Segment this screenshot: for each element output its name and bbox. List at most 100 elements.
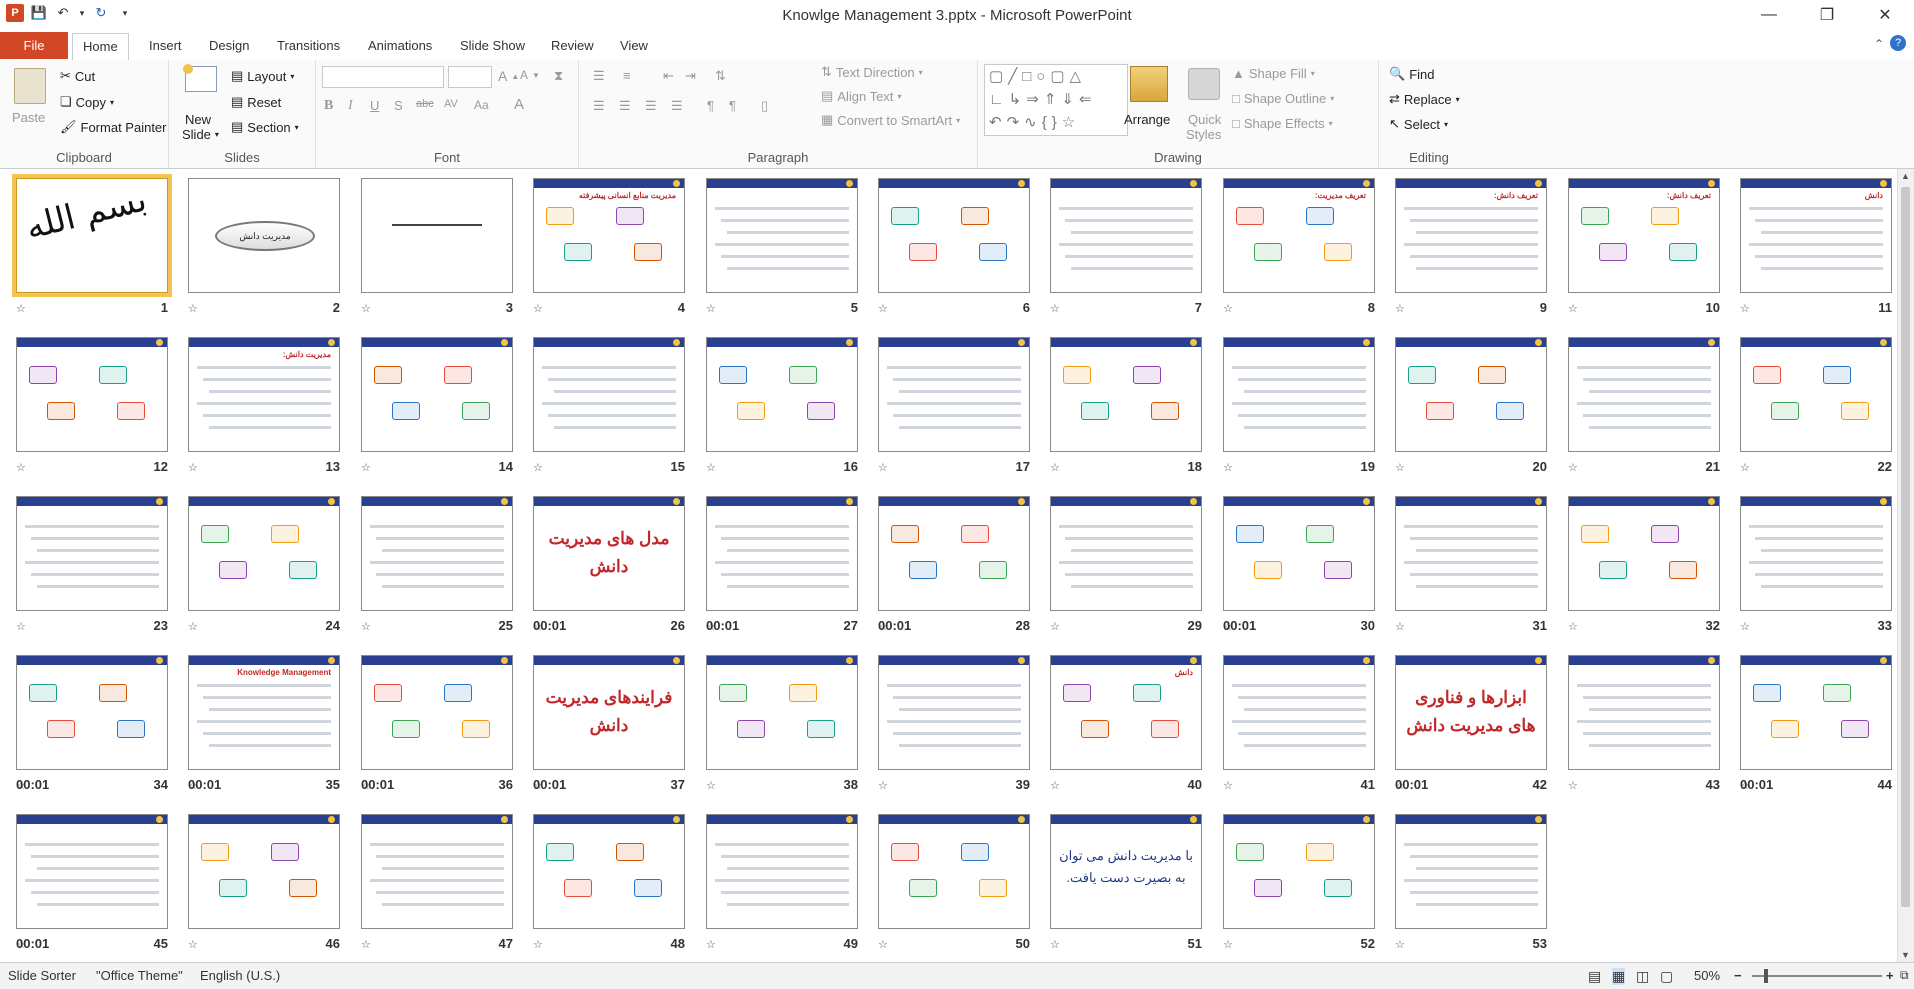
slide-thumbnail[interactable]	[1050, 496, 1202, 611]
transition-icon[interactable]: ☆	[533, 302, 543, 315]
numbering-icon[interactable]: ≡	[623, 68, 631, 83]
convert-smartart-button[interactable]: ▦ Convert to SmartArt ▾	[821, 112, 960, 128]
font-size-combo[interactable]	[448, 66, 492, 88]
rtl-icon[interactable]: ¶	[729, 98, 736, 113]
transition-icon[interactable]: ☆	[1568, 302, 1578, 315]
transition-icon[interactable]: ☆	[533, 461, 543, 474]
cut-button[interactable]: ✂ Cut	[60, 68, 95, 84]
align-text-button[interactable]: ▤ Align Text ▾	[821, 88, 901, 104]
slide-thumbnail[interactable]: تعریف دانش:	[1395, 178, 1547, 293]
bullets-icon[interactable]: ☰	[593, 68, 605, 84]
minimize-ribbon-icon[interactable]: ⌃	[1874, 37, 1884, 51]
transition-icon[interactable]: ☆	[188, 620, 198, 633]
slide-thumbnail[interactable]	[878, 178, 1030, 293]
slide-thumbnail[interactable]	[1050, 337, 1202, 452]
close-icon[interactable]: ✕	[1856, 0, 1914, 30]
transition-icon[interactable]: ☆	[361, 938, 371, 951]
slide-thumbnail[interactable]	[1740, 496, 1892, 611]
align-left-icon[interactable]: ☰	[593, 98, 605, 114]
transition-icon[interactable]: ☆	[878, 461, 888, 474]
transition-icon[interactable]: ☆	[188, 938, 198, 951]
find-button[interactable]: 🔍 Find	[1389, 66, 1434, 82]
zoom-slider-thumb[interactable]	[1764, 969, 1768, 983]
slide-thumbnail[interactable]	[1223, 814, 1375, 929]
transition-icon[interactable]: ☆	[16, 620, 26, 633]
layout-button[interactable]: ▤ Layout ▾	[231, 68, 294, 84]
transition-icon[interactable]: ☆	[1050, 620, 1060, 633]
slide-thumbnail[interactable]	[361, 178, 513, 293]
transition-icon[interactable]: ☆	[1568, 461, 1578, 474]
slide-thumbnail[interactable]	[361, 337, 513, 452]
slide-thumbnail[interactable]: مدیریت دانش:	[188, 337, 340, 452]
slide-thumbnail[interactable]: دانش	[1050, 655, 1202, 770]
quick-styles-button-label[interactable]: Styles	[1186, 127, 1221, 142]
transition-icon[interactable]: ☆	[706, 779, 716, 792]
font-name-combo[interactable]	[322, 66, 444, 88]
slide-thumbnail[interactable]	[188, 814, 340, 929]
align-center-icon[interactable]: ☰	[619, 98, 631, 114]
format-painter-button[interactable]: 🖌 Format Painter	[60, 119, 167, 135]
italic-icon[interactable]: I	[348, 98, 353, 114]
slide-thumbnail[interactable]	[1568, 655, 1720, 770]
status-language[interactable]: English (U.S.)	[200, 968, 280, 983]
transition-icon[interactable]: ☆	[1395, 461, 1405, 474]
transition-icon[interactable]: ☆	[1050, 779, 1060, 792]
ltr-icon[interactable]: ¶	[707, 98, 714, 113]
underline-icon[interactable]: U	[370, 98, 379, 113]
slide-thumbnail[interactable]	[706, 178, 858, 293]
tab-insert[interactable]: Insert	[139, 33, 192, 59]
tab-slide-show[interactable]: Slide Show	[450, 33, 535, 59]
align-right-icon[interactable]: ☰	[645, 98, 657, 114]
slide-thumbnail[interactable]	[1395, 496, 1547, 611]
line-spacing-icon[interactable]: ⇅	[715, 68, 726, 84]
shape-fill-button[interactable]: ▲ Shape Fill ▾	[1232, 66, 1315, 81]
slide-thumbnail[interactable]: مدل های مدیریت دانش	[533, 496, 685, 611]
transition-icon[interactable]: ☆	[1223, 302, 1233, 315]
slide-thumbnail[interactable]	[706, 655, 858, 770]
slide-thumbnail[interactable]	[706, 337, 858, 452]
slide-thumbnail[interactable]	[1223, 655, 1375, 770]
zoom-level[interactable]: 50%	[1694, 968, 1720, 983]
replace-button[interactable]: ⇄ Replace ▾	[1389, 91, 1460, 107]
tab-design[interactable]: Design	[199, 33, 259, 59]
help-icon[interactable]: ?	[1890, 35, 1906, 51]
slide-thumbnail[interactable]	[878, 496, 1030, 611]
transition-icon[interactable]: ☆	[1223, 779, 1233, 792]
transition-icon[interactable]: ☆	[188, 302, 198, 315]
text-direction-button[interactable]: ⇅ Text Direction ▾	[821, 64, 923, 80]
slide-thumbnail[interactable]	[1223, 496, 1375, 611]
slide-thumbnail[interactable]	[188, 496, 340, 611]
transition-icon[interactable]: ☆	[706, 938, 716, 951]
decrease-indent-icon[interactable]: ⇤	[663, 68, 674, 84]
slide-thumbnail[interactable]: مدیریت منابع انسانی پیشرفته	[533, 178, 685, 293]
font-color-icon[interactable]: A	[514, 96, 524, 113]
zoom-out-icon[interactable]: −	[1734, 968, 1742, 983]
zoom-in-icon[interactable]: +	[1886, 968, 1894, 983]
slide-thumbnail[interactable]	[1568, 337, 1720, 452]
tab-home[interactable]: Home	[72, 33, 129, 61]
strikethrough-icon[interactable]: abc	[416, 98, 434, 110]
slide-thumbnail[interactable]	[533, 814, 685, 929]
clear-formatting-icon[interactable]: ⧗	[554, 68, 563, 84]
transition-icon[interactable]: ☆	[878, 779, 888, 792]
vertical-scrollbar[interactable]: ▲ ▼	[1897, 169, 1914, 962]
transition-icon[interactable]: ☆	[1395, 302, 1405, 315]
tab-transitions[interactable]: Transitions	[267, 33, 350, 59]
slide-thumbnail[interactable]	[361, 655, 513, 770]
transition-icon[interactable]: ☆	[361, 461, 371, 474]
shape-effects-button[interactable]: □ Shape Effects ▾	[1232, 116, 1333, 131]
slide-thumbnail[interactable]: با مدیریت دانش می توان به بصیرت دست یافت…	[1050, 814, 1202, 929]
slide-thumbnail[interactable]	[1568, 496, 1720, 611]
scroll-down-icon[interactable]: ▼	[1901, 950, 1910, 960]
tab-animations[interactable]: Animations	[358, 33, 442, 59]
transition-icon[interactable]: ☆	[1740, 302, 1750, 315]
section-button[interactable]: ▤ Section ▾	[231, 119, 299, 135]
normal-view-icon[interactable]: ▤	[1588, 968, 1601, 985]
slide-thumbnail[interactable]	[361, 814, 513, 929]
slide-thumbnail[interactable]	[1740, 655, 1892, 770]
arrange-button[interactable]: Arrange	[1124, 112, 1170, 127]
transition-icon[interactable]: ☆	[1395, 938, 1405, 951]
slide-thumbnail[interactable]	[878, 814, 1030, 929]
slide-show-icon[interactable]: ▢	[1660, 968, 1673, 985]
shapes-gallery[interactable]: ▢╱□○▢△ ∟↳⇒⇑⇓⇐ ↶↷∿{}☆	[984, 64, 1128, 136]
